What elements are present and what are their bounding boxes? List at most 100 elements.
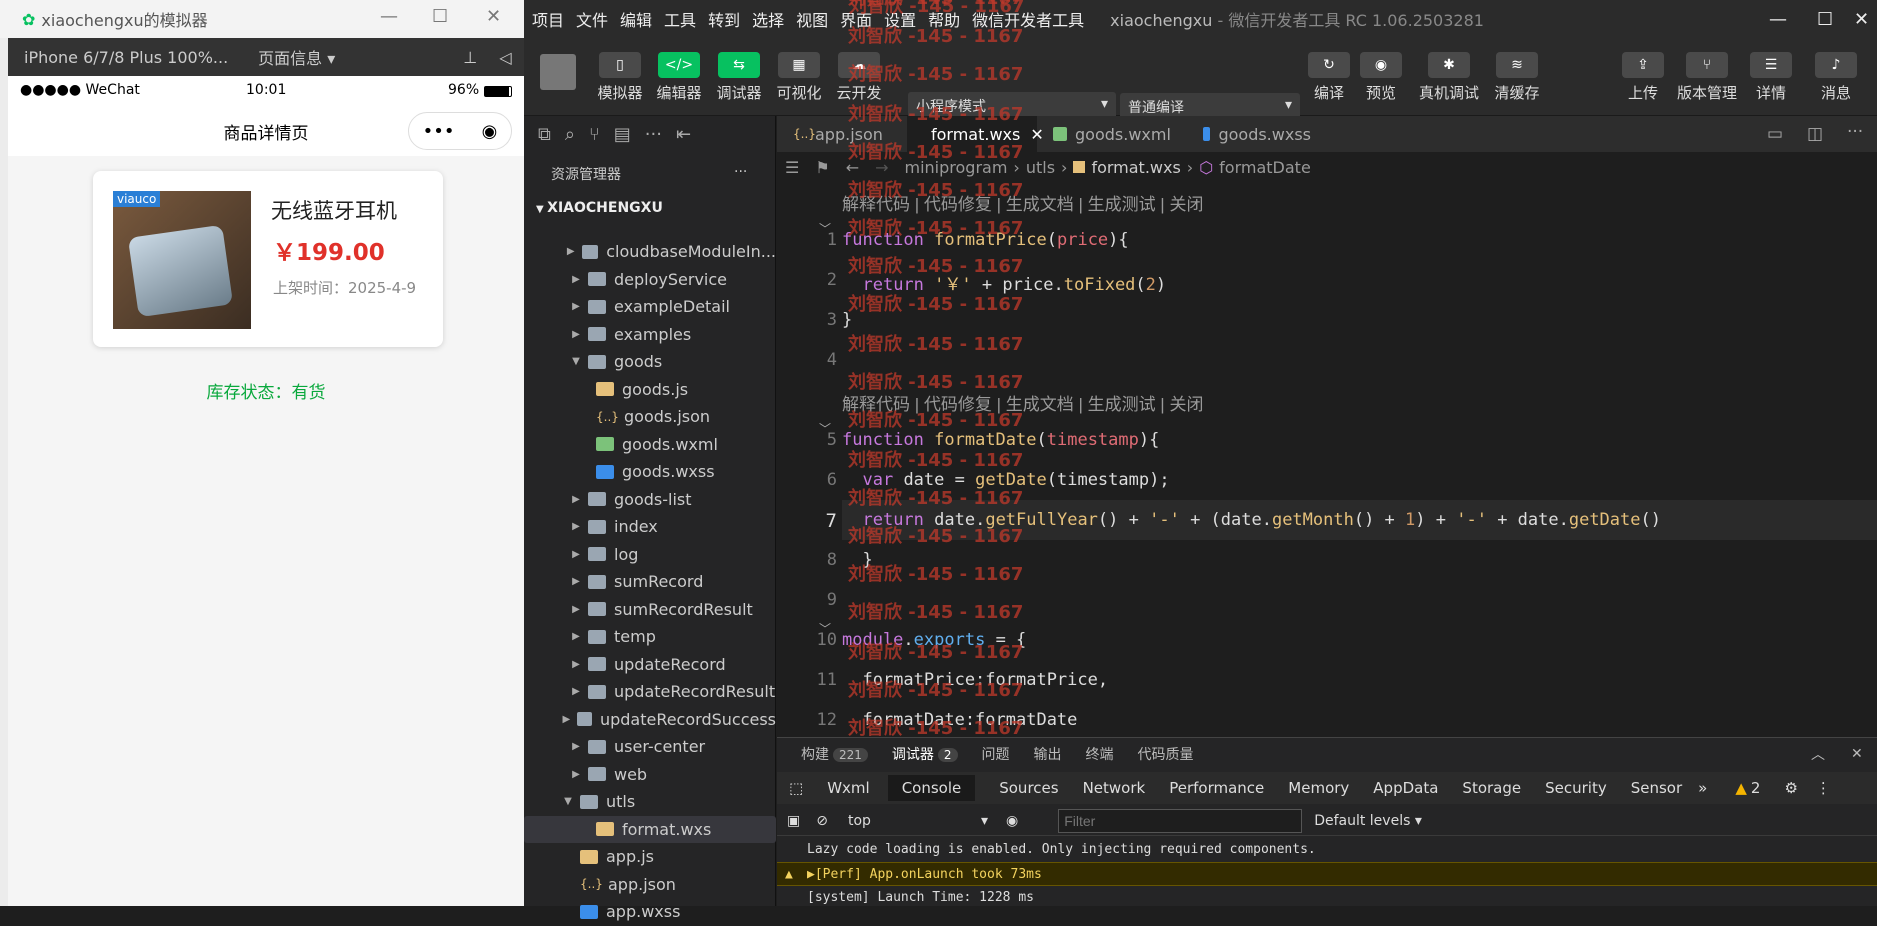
tree-item[interactable]: ▶ deployService <box>524 266 776 294</box>
tree-item[interactable]: ▼ utls <box>524 788 776 816</box>
tab-sources[interactable]: Sources <box>999 779 1058 797</box>
chevron-icon[interactable]: ▼ <box>570 356 582 367</box>
menu-edit[interactable]: 编辑 <box>620 7 652 31</box>
fold-icon[interactable]: ﹀ <box>819 420 831 437</box>
tab-performance[interactable]: Performance <box>1169 779 1264 797</box>
chevron-icon[interactable]: ▶ <box>570 576 582 587</box>
tab-issues[interactable]: 问题 <box>982 744 1010 764</box>
tree-item[interactable]: {..} app.json <box>524 871 776 899</box>
context-select[interactable]: top ▾ <box>848 813 988 829</box>
fold-icon[interactable]: ﹀ <box>819 220 831 237</box>
tab-output[interactable]: 输出 <box>1034 744 1062 764</box>
chevron-icon[interactable]: ▶ <box>570 549 582 560</box>
tab-storage[interactable]: Storage <box>1462 779 1521 797</box>
close-miniprogram-icon[interactable]: ◉ <box>482 121 498 142</box>
chevron-icon[interactable]: ▶ <box>570 604 582 615</box>
tree-item[interactable]: ▶ sumRecordResult <box>524 596 776 624</box>
tab-security[interactable]: Security <box>1545 779 1607 797</box>
tab-network[interactable]: Network <box>1083 779 1146 797</box>
tree-item[interactable]: goods.wxml <box>524 431 776 459</box>
preview-button[interactable]: ◉ 预览 <box>1356 38 1406 103</box>
minimize-icon[interactable]: — <box>1769 9 1787 30</box>
tree-item[interactable]: ▶ cloudbaseModuleIn... <box>524 238 776 266</box>
search-icon[interactable]: ⌕ <box>565 124 575 145</box>
project-header[interactable]: ▼ XIAOCHENGXU <box>524 196 776 220</box>
chevron-icon[interactable]: ▶ <box>565 246 576 257</box>
fold-icon[interactable]: ﹀ <box>819 620 831 637</box>
close-icon[interactable]: ✕ <box>486 6 501 27</box>
clear-cache-button[interactable]: ≋ 清缓存 <box>1487 38 1547 103</box>
tree-item[interactable]: goods.js <box>524 376 776 404</box>
tree-item[interactable]: ▶ user-center <box>524 733 776 761</box>
chevron-icon[interactable]: ▶ <box>570 686 582 697</box>
tree-item[interactable]: ▼ goods <box>524 348 776 376</box>
inspect-icon[interactable]: ⬚ <box>789 779 803 797</box>
outline-icon[interactable]: ☰ <box>785 158 799 177</box>
minimize-icon[interactable]: — <box>380 6 398 27</box>
kebab-icon[interactable]: ⋮ <box>1816 779 1831 797</box>
simulator-button[interactable]: ▯ 模拟器 <box>590 38 650 103</box>
tree-item[interactable]: app.wxss <box>524 898 776 926</box>
tree-item[interactable]: ▶ exampleDetail <box>524 293 776 321</box>
source-control-icon[interactable]: ⑂ <box>589 124 600 145</box>
filter-input[interactable] <box>1058 808 1303 833</box>
tab-sensor[interactable]: Sensor <box>1631 779 1682 797</box>
more-tabs-icon[interactable]: » <box>1698 779 1707 797</box>
details-button[interactable]: ☰ 详情 <box>1746 38 1796 103</box>
menu-view[interactable]: 视图 <box>796 7 828 31</box>
page-info-select[interactable]: 页面信息 ▾ <box>258 45 335 69</box>
tree-item[interactable]: ▶ sumRecord <box>524 568 776 596</box>
tree-item[interactable]: ▶ updateRecordSuccess <box>524 706 776 734</box>
tree-item[interactable]: {..} goods.json <box>524 403 776 431</box>
console-warning[interactable]: ▲ ▶[Perf] App.onLaunch took 73ms <box>777 862 1877 886</box>
tree-item[interactable]: ▶ updateRecordResult <box>524 678 776 706</box>
chevron-up-icon[interactable]: ︿ <box>1811 744 1825 764</box>
tab-console[interactable]: Console <box>887 775 976 801</box>
chevron-icon[interactable]: ▶ <box>570 329 582 340</box>
maximize-icon[interactable]: ☐ <box>1817 9 1833 30</box>
close-icon[interactable]: ✕ <box>1851 746 1863 762</box>
tab-appdata[interactable]: AppData <box>1373 779 1438 797</box>
tree-item[interactable]: ▶ index <box>524 513 776 541</box>
eye-icon[interactable]: ◉ <box>1006 813 1018 829</box>
version-button[interactable]: ⑂ 版本管理 <box>1672 38 1742 103</box>
chevron-icon[interactable]: ▶ <box>561 714 571 725</box>
split-editor-icon[interactable]: ◫ <box>1807 124 1823 144</box>
tab-build[interactable]: 构建 221 <box>801 744 868 764</box>
chevron-icon[interactable]: ▶ <box>570 659 582 670</box>
mute-icon[interactable]: ◁ <box>499 48 511 67</box>
chevron-icon[interactable]: ▼ <box>562 796 574 807</box>
messages-button[interactable]: ♪ 消息 <box>1811 38 1861 103</box>
menu-tools[interactable]: 工具 <box>664 7 696 31</box>
tab-goods-wxml[interactable]: goods.wxml <box>1037 116 1187 152</box>
tree-item[interactable]: ▶ log <box>524 541 776 569</box>
gear-icon[interactable]: ⚙ <box>1784 779 1797 797</box>
tab-wxml[interactable]: Wxml <box>827 779 870 797</box>
menu-project[interactable]: 项目 <box>532 7 564 31</box>
visual-button[interactable]: ▦ 可视化 <box>769 38 829 103</box>
more-icon[interactable]: ··· <box>1847 122 1863 142</box>
tab-memory[interactable]: Memory <box>1288 779 1349 797</box>
chevron-icon[interactable]: ▶ <box>570 769 582 780</box>
maximize-icon[interactable]: ☐ <box>432 6 448 27</box>
tree-item[interactable]: format.wxs <box>524 815 776 843</box>
close-icon[interactable]: ✕ <box>1854 9 1869 30</box>
tab-terminal[interactable]: 终端 <box>1086 744 1114 764</box>
tree-item[interactable]: goods.wxss <box>524 458 776 486</box>
tree-item[interactable]: ▶ goods-list <box>524 486 776 514</box>
save-icon[interactable]: ▤ <box>614 124 631 145</box>
tree-item[interactable]: ▶ updateRecord <box>524 651 776 679</box>
menu-file[interactable]: 文件 <box>576 7 608 31</box>
more-icon[interactable]: ··· <box>645 124 662 145</box>
tree-item[interactable]: ▶ temp <box>524 623 776 651</box>
warning-icon[interactable]: ▲ <box>1735 779 1747 797</box>
breadcrumb-symbol[interactable]: formatDate <box>1219 158 1311 177</box>
chevron-icon[interactable]: ▶ <box>570 631 582 642</box>
menu-goto[interactable]: 转到 <box>708 7 740 31</box>
files-icon[interactable]: ⧉ <box>538 124 551 145</box>
compile-button[interactable]: ↻ 编译 <box>1304 38 1354 103</box>
sidebar-toggle-icon[interactable]: ▣ <box>787 813 800 829</box>
chevron-icon[interactable]: ▶ <box>570 521 582 532</box>
explorer-more-icon[interactable]: ··· <box>734 164 747 180</box>
chevron-icon[interactable]: ▶ <box>570 274 582 285</box>
